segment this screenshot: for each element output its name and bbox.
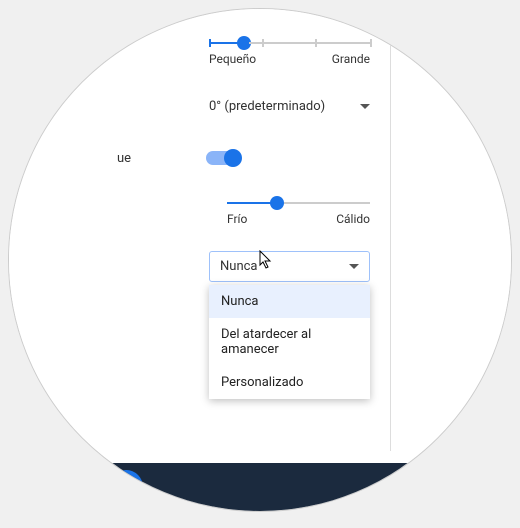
orientation-select[interactable]: 0° (predeterminado): [209, 95, 370, 118]
night-light-toggle[interactable]: [206, 151, 240, 165]
taskbar-settings-icon[interactable]: [109, 470, 143, 504]
chevron-down-icon: [360, 104, 370, 109]
schedule-select[interactable]: Nunca: [209, 251, 370, 282]
schedule-option-custom[interactable]: Personalizado: [209, 366, 370, 399]
schedule-dropdown-list: Nunca Del atardecer al amanecer Personal…: [209, 285, 370, 399]
orientation-value: 0° (predeterminado): [209, 99, 325, 114]
warmth-min-label: Frío: [227, 212, 247, 226]
size-slider-max-label: Grande: [332, 52, 370, 66]
chevron-down-icon: [349, 264, 359, 269]
night-light-truncated-label: ue: [117, 151, 131, 166]
display-size-slider[interactable]: Pequeño Grande: [209, 42, 370, 66]
schedule-option-never[interactable]: Nunca: [209, 285, 370, 318]
schedule-selected-value: Nunca: [220, 259, 258, 274]
schedule-option-sunset[interactable]: Del atardecer al amanecer: [209, 318, 370, 366]
taskbar-app-icon[interactable]: [67, 470, 101, 504]
warmth-max-label: Cálido: [336, 212, 370, 226]
taskbar: [9, 463, 511, 511]
size-slider-min-label: Pequeño: [209, 52, 256, 66]
color-temperature-slider[interactable]: Frío Cálido: [227, 202, 370, 226]
